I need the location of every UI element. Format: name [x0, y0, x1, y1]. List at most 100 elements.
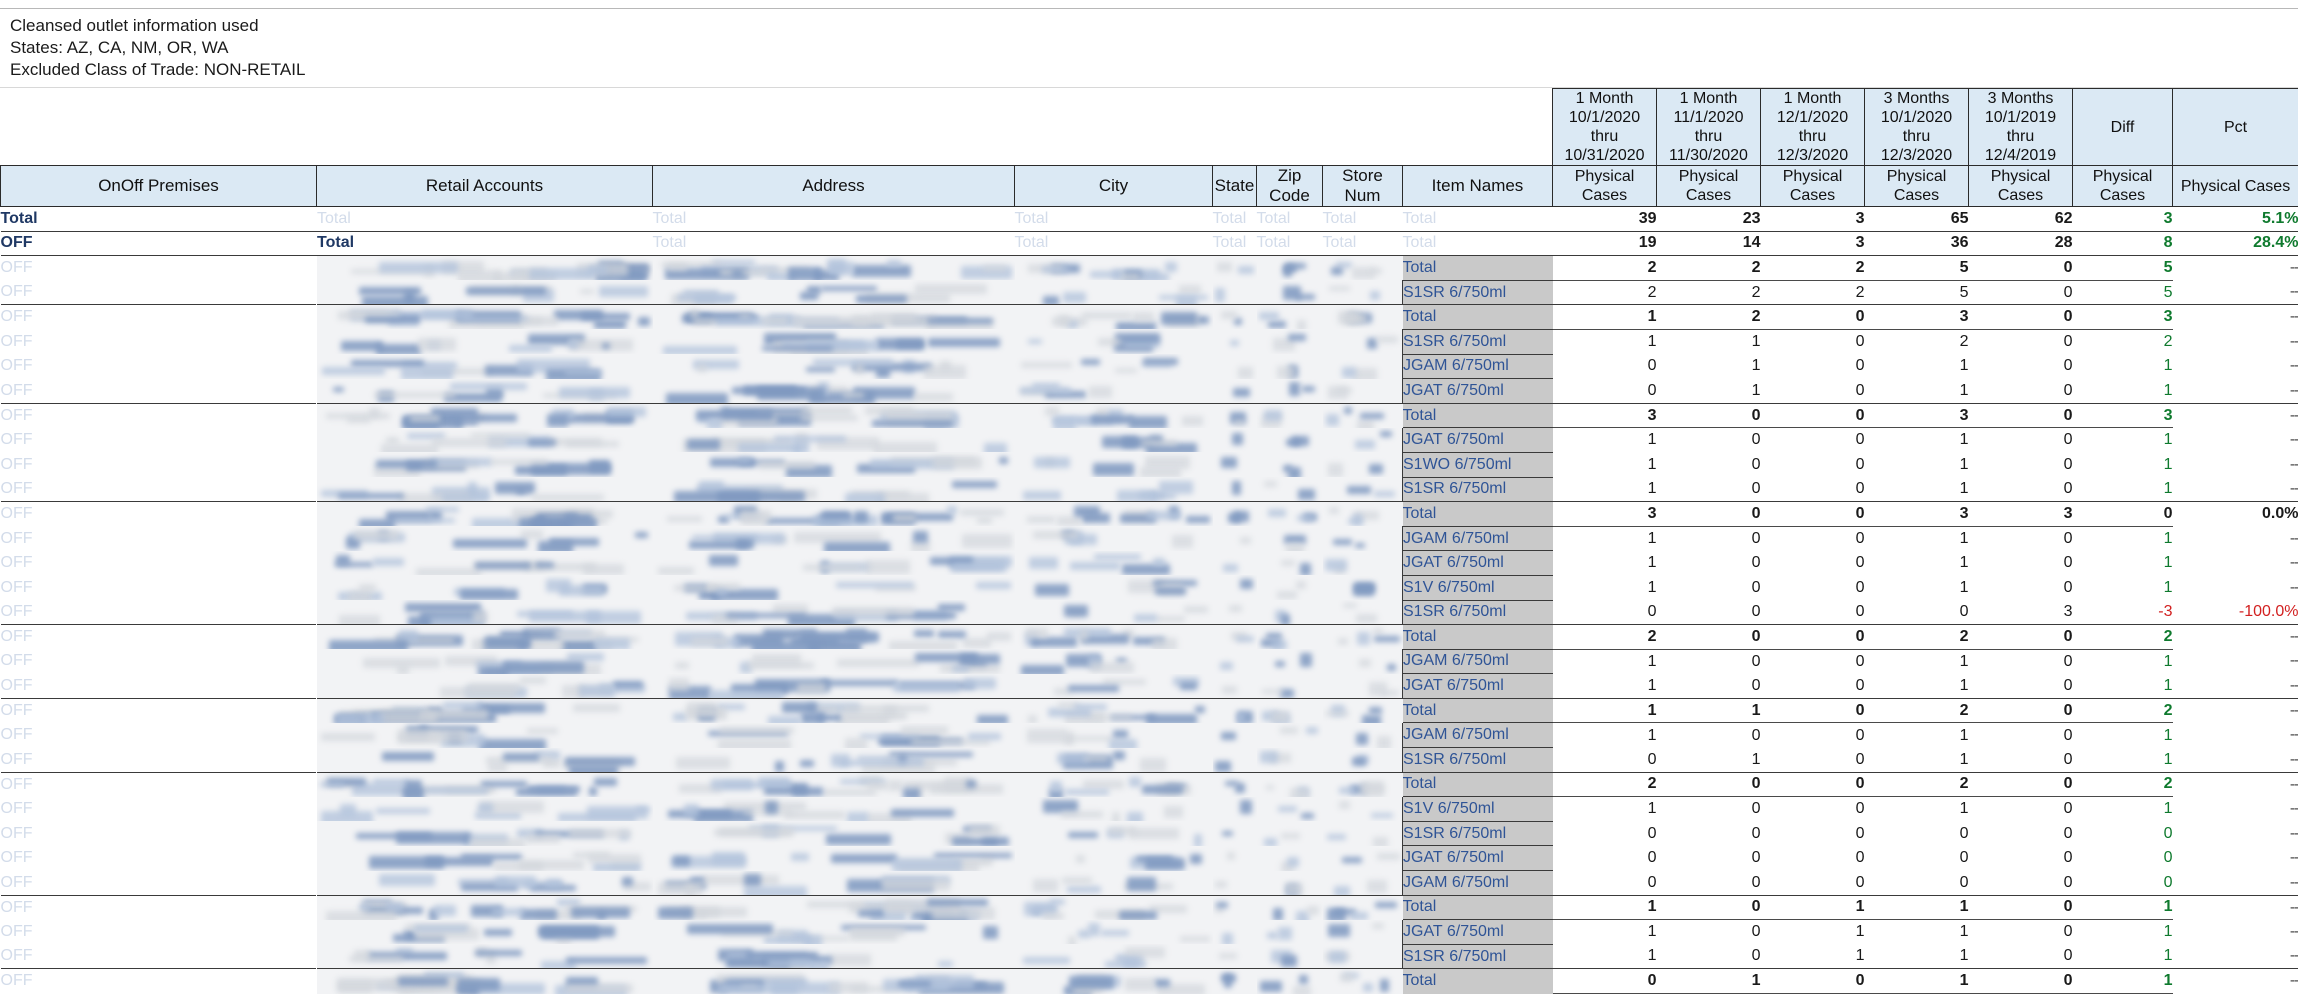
cell-pct: -- [2289, 455, 2298, 473]
cell-onoff-premises: OFF [0, 452, 317, 478]
table-row[interactable]: OFF Total 1 1 0 2 0 2 -- [0, 697, 2298, 724]
redacted-cell [1256, 575, 1323, 600]
table-row[interactable]: OFF S1SR 6/750ml 1 0 1 1 0 1 -- [0, 943, 2298, 970]
redacted-cell [1322, 255, 1403, 281]
redacted-cell [1014, 304, 1213, 330]
cell-item-name[interactable]: JGAM 6/750ml [1402, 525, 1553, 552]
header-onoff-premises[interactable]: OnOff Premises [0, 165, 317, 207]
table-row[interactable]: OFF S1SR 6/750ml 2 2 2 5 0 5 -- [0, 279, 2298, 306]
cell-item-name[interactable]: JGAT 6/750ml [1402, 550, 1553, 576]
table-row[interactable]: OFF S1V 6/750ml 1 0 0 1 0 1 -- [0, 796, 2298, 822]
cell-physical-cases-1: 3 [1552, 402, 1657, 429]
cell-physical-cases-1: 1 [1647, 455, 1657, 473]
redacted-cell [1212, 624, 1257, 650]
cell-item-name[interactable]: Total [1402, 772, 1553, 797]
cell-item-name[interactable]: S1V 6/750ml [1402, 796, 1553, 822]
table-row[interactable]: OFF Total 3 0 0 3 3 0 0.0% [0, 501, 2298, 527]
cell-item-name[interactable]: S1SR 6/750ml [1402, 943, 1553, 970]
table-row[interactable]: OFF S1SR 6/750ml 1 1 0 2 0 2 -- [0, 328, 2298, 355]
cell-physical-cases-3: 0 [1855, 357, 1865, 375]
cell-item-name[interactable]: JGAT 6/750ml [1402, 845, 1553, 872]
table-row[interactable]: OFF S1SR 6/750ml 1 0 0 1 0 1 -- [0, 476, 2298, 503]
table-row[interactable]: OFF Total 2 0 0 2 0 2 -- [0, 771, 2298, 798]
redacted-cell [1256, 870, 1323, 896]
table-row[interactable]: OFF JGAT 6/750ml 0 0 0 0 0 0 -- [0, 845, 2298, 872]
table-row[interactable]: OFF JGAT 6/750ml 1 0 0 1 0 1 -- [0, 427, 2298, 453]
table-row[interactable]: OFF S1SR 6/750ml 0 0 0 0 3 -3 -100.0% [0, 599, 2298, 626]
header-address[interactable]: Address [652, 165, 1015, 207]
header-item-names[interactable]: Item Names [1402, 165, 1553, 207]
redacted-cell [1212, 402, 1257, 428]
table-row[interactable]: OFF JGAM 6/750ml 0 1 0 1 0 1 -- [0, 353, 2298, 380]
cell-item-name[interactable]: JGAT 6/750ml [1402, 673, 1553, 699]
cell-physical-cases-1: 19 [1552, 230, 1657, 257]
cell-item-name[interactable]: S1V 6/750ml [1402, 574, 1553, 601]
cell-item-name[interactable]: S1SR 6/750ml [1402, 599, 1553, 626]
header-store-num[interactable]: Store Num [1322, 165, 1403, 207]
cell-item-name[interactable]: Total [1402, 624, 1553, 650]
table-row[interactable]: OFF Total 1 2 0 3 0 3 -- [0, 304, 2298, 330]
table-row[interactable]: OFF JGAM 6/750ml 1 0 0 1 0 1 -- [0, 722, 2298, 749]
cell-item-name[interactable]: JGAM 6/750ml [1402, 870, 1553, 896]
table-row[interactable]: OFF Total 3 0 0 3 0 3 -- [0, 402, 2298, 429]
table-row[interactable]: OFF JGAM 6/750ml 1 0 0 1 0 1 -- [0, 648, 2298, 675]
cell-item-name[interactable]: Total [1402, 968, 1553, 994]
cell-item-name[interactable]: Total [1402, 501, 1553, 527]
cell-physical-cases-3: 0 [1760, 968, 1865, 994]
cell-item-name[interactable]: Total [1402, 698, 1553, 723]
cell-item-name[interactable]: S1SR 6/750ml [1402, 820, 1553, 847]
cell-physical-cases-5: 0 [1968, 697, 2073, 724]
cell-item-name[interactable]: S1SR 6/750ml [1402, 747, 1553, 773]
table-row[interactable]: OFF JGAT 6/750ml 1 0 1 1 0 1 -- [0, 919, 2298, 945]
cell-pct: -- [2289, 800, 2298, 818]
cell-physical-cases-1: 1 [1552, 697, 1657, 724]
header-pct: Pct [2172, 88, 2298, 166]
cell-item-name[interactable]: JGAM 6/750ml [1402, 353, 1553, 380]
header-spacer [0, 88, 1553, 166]
table-row[interactable]: OFF JGAM 6/750ml 0 0 0 0 0 0 -- [0, 870, 2298, 896]
period-3-start: 12/1/2020 [1776, 109, 1849, 126]
table-row[interactable]: OFF S1WO 6/750ml 1 0 0 1 0 1 -- [0, 451, 2298, 478]
cell-item-name[interactable]: JGAT 6/750ml [1402, 919, 1553, 945]
cell-item-name[interactable]: S1WO 6/750ml [1402, 451, 1553, 478]
redacted-cell [652, 968, 1015, 994]
table-row[interactable]: OFF Total 2 2 2 5 0 5 -- [0, 255, 2298, 281]
redacted-cell [1212, 304, 1257, 330]
header-state[interactable]: State [1212, 165, 1257, 207]
cell-item-name[interactable]: JGAM 6/750ml [1402, 648, 1553, 675]
header-retail-accounts[interactable]: Retail Accounts [316, 165, 653, 207]
cell-item-name[interactable]: JGAT 6/750ml [1402, 427, 1553, 453]
cell-item-name[interactable]: Total [1402, 895, 1553, 920]
header-city[interactable]: City [1014, 165, 1213, 207]
cell-item-name[interactable]: JGAT 6/750ml [1402, 378, 1553, 404]
table-row[interactable]: OFF Total 2 0 0 2 0 2 -- [0, 624, 2298, 650]
table-row[interactable]: OFF S1SR 6/750ml 0 0 0 0 0 0 -- [0, 820, 2298, 847]
table-row[interactable]: OFF JGAT 6/750ml 0 1 0 1 0 1 -- [0, 378, 2298, 404]
table-row[interactable]: OFF S1SR 6/750ml 0 1 0 1 0 1 -- [0, 747, 2298, 773]
cell-item-name[interactable]: S1SR 6/750ml [1402, 328, 1553, 355]
cell-diff: 1 [2163, 529, 2173, 547]
redacted-cell [1256, 697, 1323, 723]
cell-item-name[interactable]: S1SR 6/750ml [1402, 476, 1553, 503]
header-zip-code[interactable]: Zip Code [1256, 165, 1323, 207]
table-row[interactable]: OFF Total 0 1 0 1 0 1 -- [0, 968, 2298, 994]
table-row[interactable]: Total Total Total Total Total Total Total Total… [0, 206, 2298, 232]
redacted-cell [1256, 378, 1323, 404]
cell-item-name[interactable]: Total [1402, 255, 1553, 281]
table-row[interactable]: OFF JGAT 6/750ml 1 0 0 1 0 1 -- [0, 673, 2298, 699]
table-row[interactable]: OFF JGAM 6/750ml 1 0 0 1 0 1 -- [0, 525, 2298, 552]
redacted-cell [1322, 870, 1403, 896]
table-row[interactable]: OFF Total Total Total Total Total Total Total 19… [0, 230, 2298, 257]
cell-item-name[interactable]: S1SR 6/750ml [1402, 279, 1553, 306]
redacted-cell [1014, 255, 1213, 281]
measure-period-4: Physical Cases [1864, 165, 1969, 207]
table-row[interactable]: OFF Total 1 0 1 1 0 1 -- [0, 894, 2298, 921]
cell-item-name[interactable]: Total [1402, 304, 1553, 330]
table-row[interactable]: OFF S1V 6/750ml 1 0 0 1 0 1 -- [0, 574, 2298, 601]
cell-store-num: Total [1322, 206, 1403, 232]
cell-pct: 5.1% [2172, 206, 2298, 232]
redacted-cell [1014, 845, 1213, 871]
cell-item-name[interactable]: JGAM 6/750ml [1402, 722, 1553, 749]
cell-item-name[interactable]: Total [1402, 403, 1553, 428]
table-row[interactable]: OFF JGAT 6/750ml 1 0 0 1 0 1 -- [0, 550, 2298, 576]
